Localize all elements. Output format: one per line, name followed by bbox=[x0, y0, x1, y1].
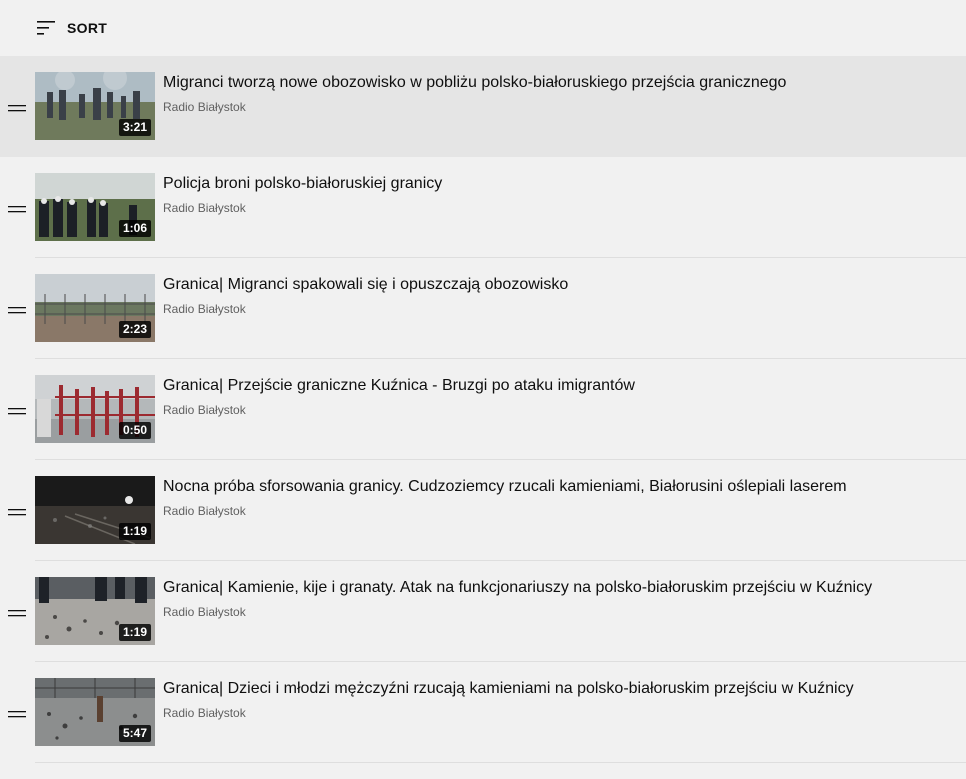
drag-handle-icon[interactable] bbox=[7, 606, 27, 618]
video-duration: 0:50 bbox=[118, 422, 151, 439]
video-duration: 1:19 bbox=[118, 523, 151, 540]
video-meta: Nocna próba sforsowania granicy. Cudzozi… bbox=[163, 476, 946, 519]
video-meta: Migranci tworzą nowe obozowisko w pobliż… bbox=[163, 72, 946, 115]
video-meta: Granica| Dzieci i młodzi mężczyźni rzuca… bbox=[163, 678, 946, 721]
playlist-row[interactable]: 1:19 Granica| Kamienie, kije i granaty. … bbox=[0, 561, 966, 662]
video-meta: Granica| Migranci spakowali się i opuszc… bbox=[163, 274, 946, 317]
playlist-list: 3:21 Migranci tworzą nowe obozowisko w p… bbox=[0, 56, 966, 763]
sort-icon bbox=[36, 19, 58, 37]
channel-name[interactable]: Radio Białystok bbox=[163, 503, 946, 519]
video-thumbnail[interactable]: 1:06 bbox=[35, 173, 155, 241]
channel-name[interactable]: Radio Białystok bbox=[163, 604, 946, 620]
video-title[interactable]: Migranci tworzą nowe obozowisko w pobliż… bbox=[163, 72, 946, 94]
playlist-row[interactable]: 5:47 Granica| Dzieci i młodzi mężczyźni … bbox=[0, 662, 966, 763]
drag-handle-icon[interactable] bbox=[7, 303, 27, 315]
video-meta: Granica| Przejście graniczne Kuźnica - B… bbox=[163, 375, 946, 418]
video-duration: 2:23 bbox=[118, 321, 151, 338]
sort-button[interactable]: SORT bbox=[36, 8, 107, 48]
video-meta: Granica| Kamienie, kije i granaty. Atak … bbox=[163, 577, 946, 620]
video-duration: 1:06 bbox=[118, 220, 151, 237]
video-thumbnail[interactable]: 2:23 bbox=[35, 274, 155, 342]
playlist-row[interactable]: 1:19 Nocna próba sforsowania granicy. Cu… bbox=[0, 460, 966, 561]
playlist-row[interactable]: 0:50 Granica| Przejście graniczne Kuźnic… bbox=[0, 359, 966, 460]
sort-label: SORT bbox=[67, 20, 108, 36]
drag-handle-icon[interactable] bbox=[7, 202, 27, 214]
channel-name[interactable]: Radio Białystok bbox=[163, 402, 946, 418]
drag-handle-icon[interactable] bbox=[7, 404, 27, 416]
video-thumbnail[interactable]: 3:21 bbox=[35, 72, 155, 140]
video-duration: 3:21 bbox=[118, 119, 151, 136]
channel-name[interactable]: Radio Białystok bbox=[163, 200, 946, 216]
video-thumbnail[interactable]: 0:50 bbox=[35, 375, 155, 443]
video-thumbnail[interactable]: 1:19 bbox=[35, 476, 155, 544]
channel-name[interactable]: Radio Białystok bbox=[163, 301, 946, 317]
video-thumbnail[interactable]: 1:19 bbox=[35, 577, 155, 645]
video-title[interactable]: Granica| Migranci spakowali się i opuszc… bbox=[163, 274, 946, 296]
video-duration: 5:47 bbox=[118, 725, 151, 742]
playlist-row[interactable]: 1:06 Policja broni polsko-białoruskiej g… bbox=[0, 157, 966, 258]
video-title[interactable]: Granica| Dzieci i młodzi mężczyźni rzuca… bbox=[163, 678, 946, 700]
video-thumbnail[interactable]: 5:47 bbox=[35, 678, 155, 746]
channel-name[interactable]: Radio Białystok bbox=[163, 99, 946, 115]
video-title[interactable]: Policja broni polsko-białoruskiej granic… bbox=[163, 173, 946, 195]
video-title[interactable]: Granica| Przejście graniczne Kuźnica - B… bbox=[163, 375, 946, 397]
playlist-row[interactable]: 2:23 Granica| Migranci spakowali się i o… bbox=[0, 258, 966, 359]
row-divider bbox=[35, 762, 966, 763]
video-title[interactable]: Granica| Kamienie, kije i granaty. Atak … bbox=[163, 577, 946, 599]
drag-handle-icon[interactable] bbox=[7, 707, 27, 719]
channel-name[interactable]: Radio Białystok bbox=[163, 705, 946, 721]
drag-handle-icon[interactable] bbox=[7, 101, 27, 113]
drag-handle-icon[interactable] bbox=[7, 505, 27, 517]
playlist-row[interactable]: 3:21 Migranci tworzą nowe obozowisko w p… bbox=[0, 56, 966, 157]
sort-bar: SORT bbox=[0, 0, 966, 56]
video-meta: Policja broni polsko-białoruskiej granic… bbox=[163, 173, 946, 216]
video-title[interactable]: Nocna próba sforsowania granicy. Cudzozi… bbox=[163, 476, 946, 498]
video-duration: 1:19 bbox=[118, 624, 151, 641]
